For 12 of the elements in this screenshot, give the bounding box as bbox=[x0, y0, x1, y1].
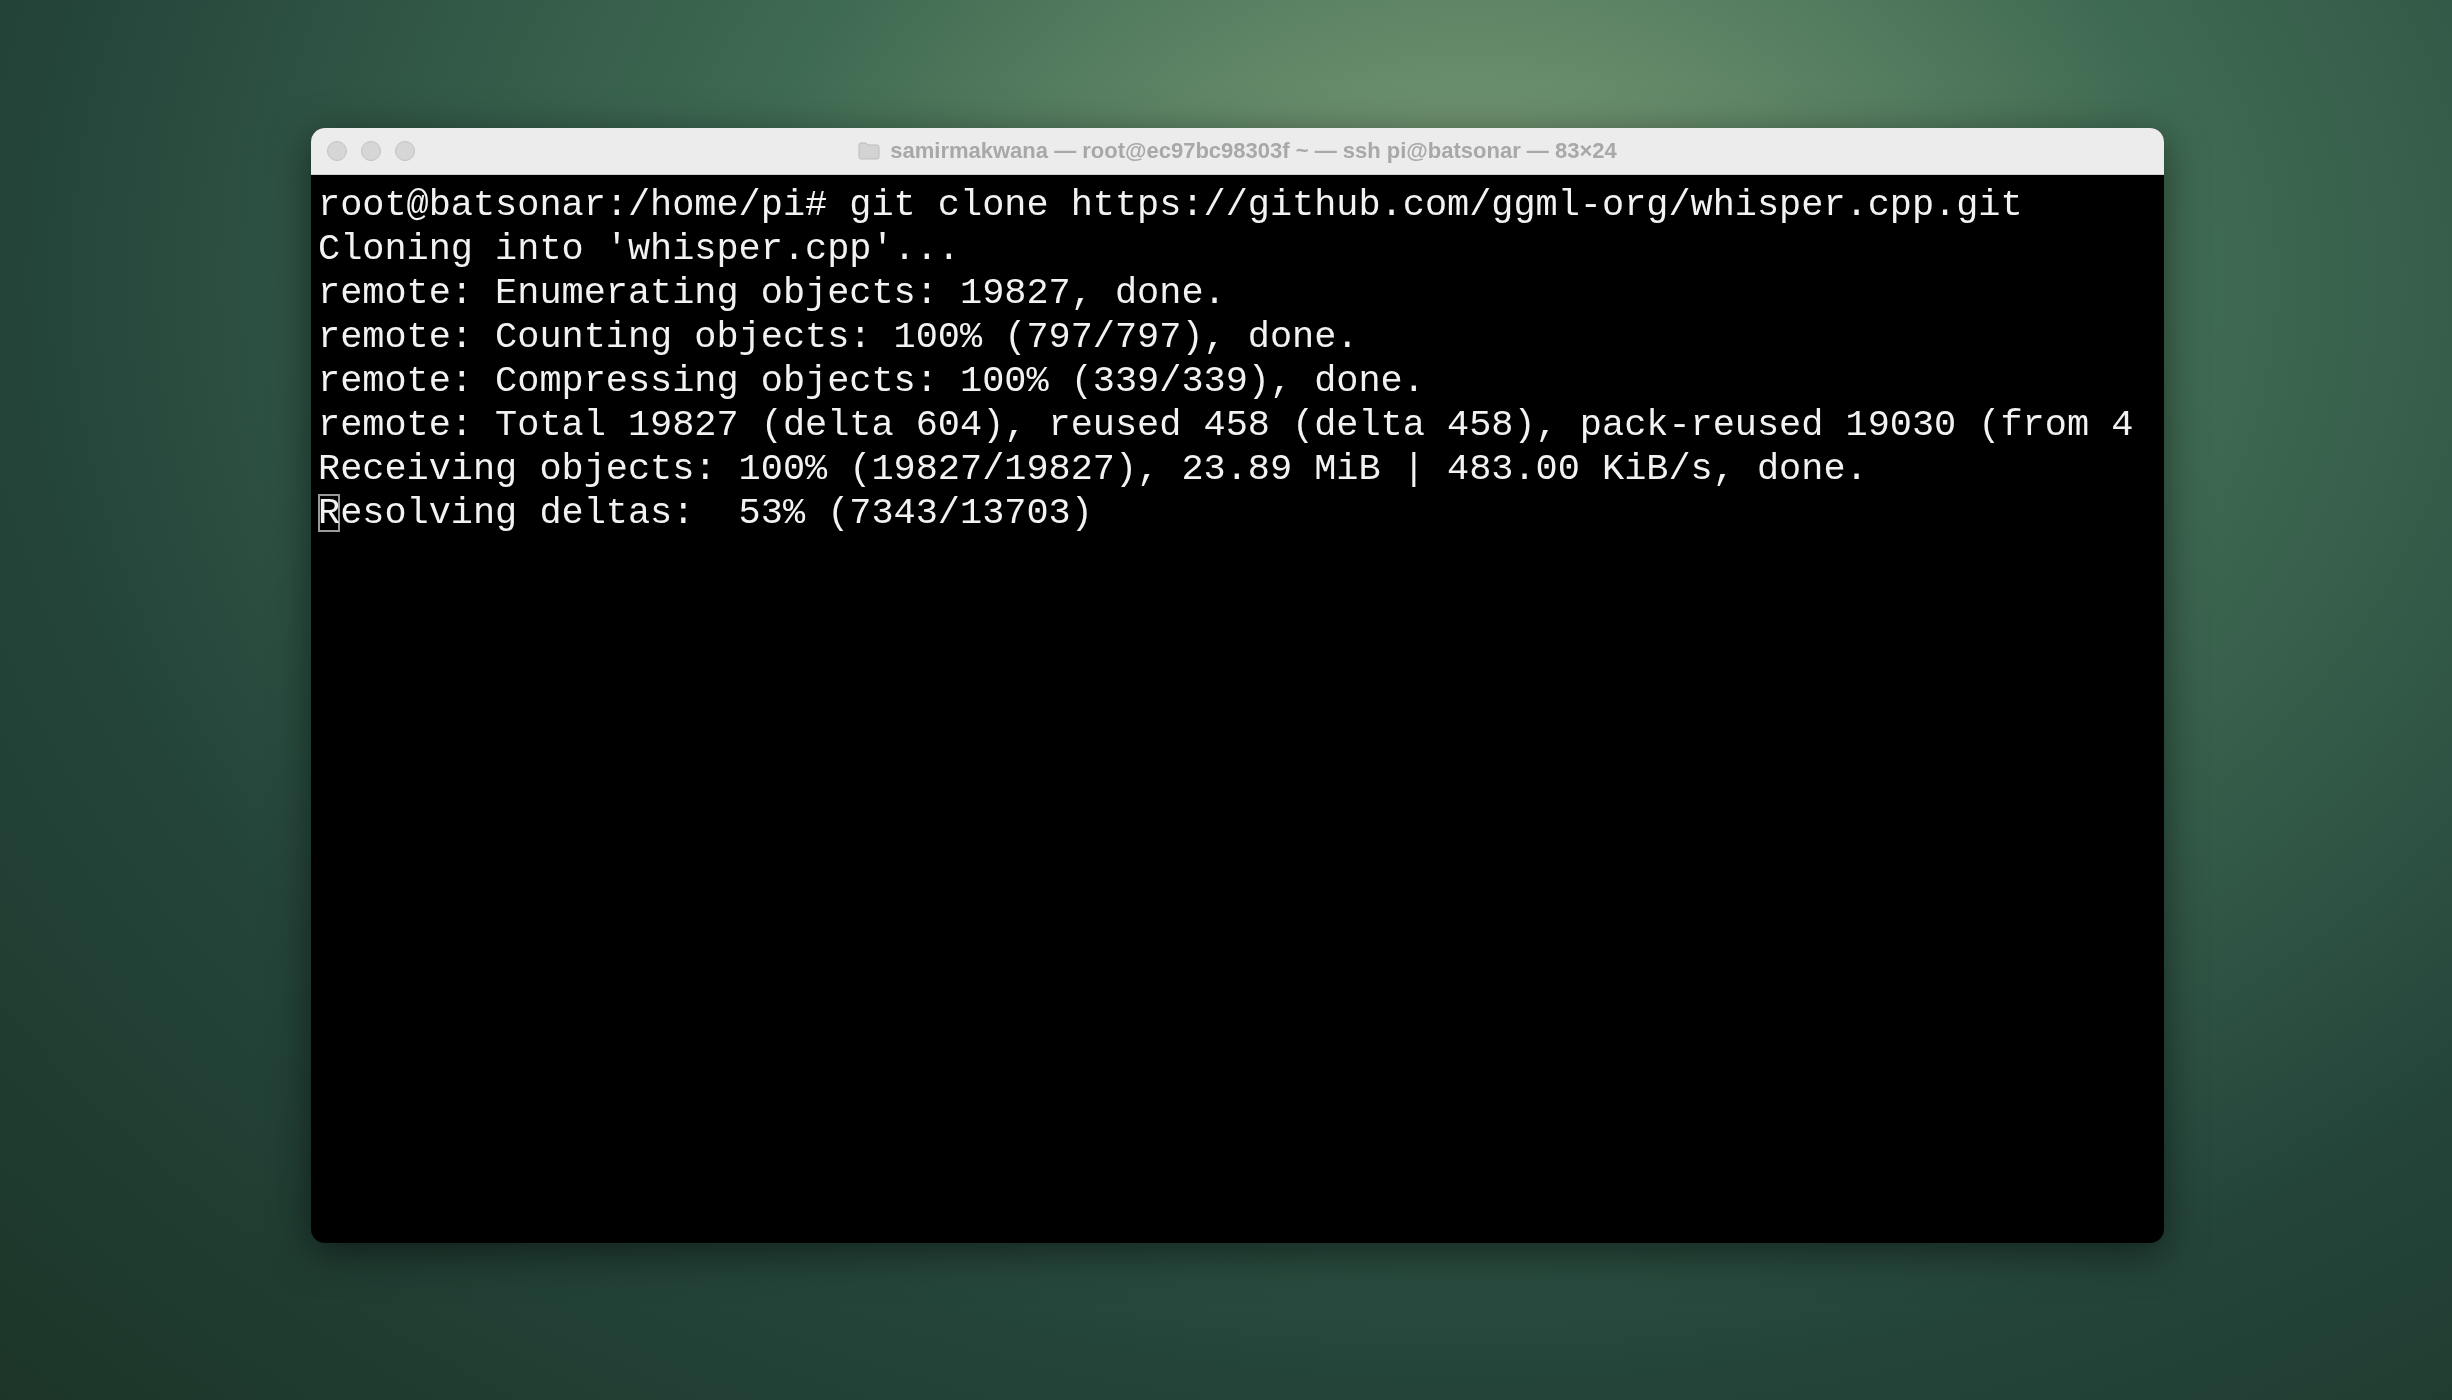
terminal-line: root@batsonar:/home/pi# git clone https://github.com/ggml-org/whisper.cpp.git bbox=[318, 183, 2024, 227]
terminal-line: remote: Enumerating objects: 19827, done. bbox=[318, 271, 1227, 315]
terminal-line: remote: Compressing objects: 100% (339/339), done. bbox=[318, 359, 1426, 403]
terminal-line: Receiving objects: 100% (19827/19827), 23.89 MiB | 483.00 KiB/s, done. bbox=[318, 447, 1869, 491]
terminal-line: remote: Counting objects: 100% (797/797), done. bbox=[318, 315, 1360, 359]
minimize-button[interactable] bbox=[361, 141, 381, 161]
terminal-line: Cloning into 'whisper.cpp'... bbox=[318, 227, 961, 271]
folder-icon bbox=[858, 142, 881, 160]
zoom-button[interactable] bbox=[395, 141, 415, 161]
close-button[interactable] bbox=[327, 141, 347, 161]
terminal-line: remote: Total 19827 (delta 604), reused 458 (delta 458), pack-reused 19030 (from 4 bbox=[318, 403, 2135, 447]
window-title: samirmakwana — root@ec97bc98303f ~ — ssh pi@batsonar — 83×24 bbox=[890, 138, 1617, 164]
